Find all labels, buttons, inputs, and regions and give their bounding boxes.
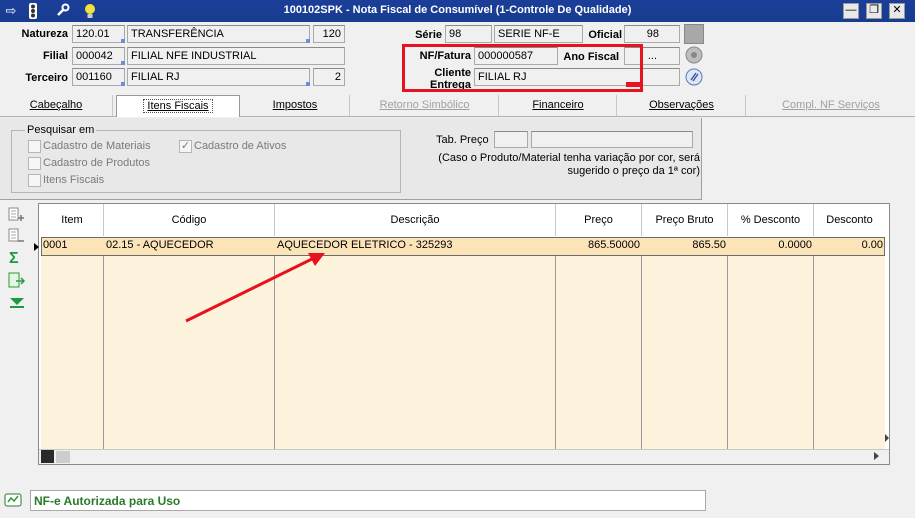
window-title: 100102SPK - Nota Fiscal de Consumível (1… xyxy=(283,4,632,16)
oficial-label: Oficial xyxy=(588,29,622,41)
restore-button[interactable]: ❐ xyxy=(866,3,882,19)
tab-impostos[interactable]: Impostos xyxy=(241,95,350,116)
status-text: NF-e Autorizada para Uso xyxy=(30,490,706,511)
tab-observacoes[interactable]: Observações xyxy=(618,95,746,116)
checkbox-materiais-label: Cadastro de Materiais xyxy=(43,140,151,152)
serie-label: Série xyxy=(415,29,442,41)
move-down-icon[interactable] xyxy=(9,296,25,308)
tab-cabecalho[interactable]: Cabeçalho xyxy=(0,95,113,116)
serie-code-field[interactable]: 98 xyxy=(445,25,492,43)
lookup-corner xyxy=(306,39,310,43)
checkbox-produtos-label: Cadastro de Produtos xyxy=(43,157,151,169)
cell-preco-bruto[interactable]: 865.50 xyxy=(644,239,726,254)
tab-preco-code-field[interactable] xyxy=(494,131,528,148)
checkbox-materiais[interactable] xyxy=(28,140,41,153)
column-header-preco[interactable]: Preço xyxy=(556,204,642,236)
tab-retorno-simbolico[interactable]: Retorno Simbólico xyxy=(351,95,499,116)
vertical-scrollbar[interactable] xyxy=(885,204,889,449)
row-indicator-icon xyxy=(34,243,39,251)
column-header-descricao[interactable]: Descrição xyxy=(275,204,556,236)
tab-preco-label: Tab. Preço xyxy=(436,134,489,146)
column-divider xyxy=(103,256,104,449)
terceiro-code-field[interactable]: 001160 xyxy=(72,68,125,86)
tab-compl-nf-servicos[interactable]: Compl. NF Serviços xyxy=(747,95,915,116)
column-header-desconto[interactable]: Desconto xyxy=(814,204,885,236)
lookup-corner xyxy=(306,82,310,86)
column-divider xyxy=(641,256,642,449)
checkbox-itens-fiscais-label: Itens Fiscais xyxy=(43,174,105,186)
checkbox-itens-fiscais[interactable] xyxy=(28,174,41,187)
natureza-desc-field[interactable]: TRANSFERÊNCIA xyxy=(127,25,310,43)
column-divider xyxy=(727,256,728,449)
ano-fiscal-icon[interactable] xyxy=(684,45,704,65)
cell-preco[interactable]: 865.50000 xyxy=(558,239,640,254)
note-line2: sugerido o preço da 1ª cor) xyxy=(567,165,700,177)
scroll-right-mini-icon[interactable] xyxy=(885,434,889,442)
minimize-button[interactable]: — xyxy=(843,3,859,19)
cell-desconto[interactable]: 0.00 xyxy=(816,239,883,254)
tab-label: Impostos xyxy=(272,99,318,111)
checkbox-produtos[interactable] xyxy=(28,157,41,170)
search-group-title: Pesquisar em xyxy=(25,124,97,136)
column-header-codigo[interactable]: Código xyxy=(104,204,275,236)
lookup-corner xyxy=(121,82,125,86)
tab-preco-desc-field[interactable] xyxy=(531,131,693,148)
lookup-corner xyxy=(121,39,125,43)
natureza-code-field[interactable]: 120.01 xyxy=(72,25,125,43)
annotation-arrow xyxy=(185,253,325,323)
remove-row-icon[interactable] xyxy=(8,228,26,244)
column-header-pct-desconto[interactable]: % Desconto xyxy=(728,204,814,236)
oficial-button[interactable] xyxy=(684,24,704,44)
add-row-icon[interactable] xyxy=(8,207,26,223)
terceiro-desc-field[interactable]: FILIAL RJ xyxy=(127,68,310,86)
tab-financeiro[interactable]: Financeiro xyxy=(500,95,617,116)
scrollbar-thumb[interactable] xyxy=(56,451,70,463)
close-button[interactable]: ✕ xyxy=(889,3,905,19)
lookup-corner xyxy=(121,61,125,65)
note-line1: (Caso o Produto/Material tenha variação … xyxy=(438,152,700,164)
tab-label: Retorno Simbólico xyxy=(379,99,470,111)
tab-preco-note: (Caso o Produto/Material tenha variação … xyxy=(420,152,700,178)
highlight-box xyxy=(402,44,643,92)
column-divider xyxy=(555,256,556,449)
filial-code-field[interactable]: 000042 xyxy=(72,47,125,65)
serie-desc-field[interactable]: SERIE NF-E xyxy=(494,25,583,43)
highlight-mark xyxy=(626,82,643,87)
sum-icon[interactable]: Σ xyxy=(9,251,25,267)
terceiro-num-field[interactable]: 2 xyxy=(313,68,345,86)
natureza-label: Natureza xyxy=(21,28,68,40)
natureza-num-field[interactable]: 120 xyxy=(313,25,345,43)
checkbox-ativos-label: Cadastro de Ativos xyxy=(194,140,287,152)
column-header-preco-bruto[interactable]: Preço Bruto xyxy=(642,204,728,236)
oficial-field[interactable]: 98 xyxy=(624,25,680,43)
horizontal-scrollbar[interactable] xyxy=(39,449,889,464)
cell-item[interactable]: 0001 xyxy=(43,239,101,254)
cell-pct-desconto[interactable]: 0.0000 xyxy=(730,239,812,254)
scrollbar-left-block[interactable] xyxy=(41,450,54,463)
column-divider xyxy=(813,256,814,449)
grid-body xyxy=(41,256,885,449)
tab-label: Financeiro xyxy=(532,99,584,111)
tab-label: Observações xyxy=(649,99,714,111)
tab-label: Compl. NF Serviços xyxy=(782,99,880,111)
tab-label: Cabeçalho xyxy=(29,99,83,111)
export-icon[interactable] xyxy=(8,272,26,290)
checkbox-ativos[interactable]: ✓ xyxy=(179,140,192,153)
tab-label: Itens Fiscais xyxy=(143,99,213,113)
filial-label: Filial xyxy=(42,50,68,62)
title-bar: ⇨ 100102SPK - Nota Fiscal de Consumível … xyxy=(0,0,915,22)
filial-desc-field[interactable]: FILIAL NFE INDUSTRIAL xyxy=(127,47,345,65)
attach-icon[interactable] xyxy=(684,67,704,87)
terceiro-label: Terceiro xyxy=(25,72,68,84)
status-icon xyxy=(4,492,22,508)
tab-bar: Cabeçalho Itens Fiscais Impostos Retorno… xyxy=(0,95,915,117)
tab-itens-fiscais[interactable]: Itens Fiscais xyxy=(116,95,240,117)
column-header-item[interactable]: Item xyxy=(41,204,104,236)
scroll-right-icon[interactable] xyxy=(874,452,879,460)
